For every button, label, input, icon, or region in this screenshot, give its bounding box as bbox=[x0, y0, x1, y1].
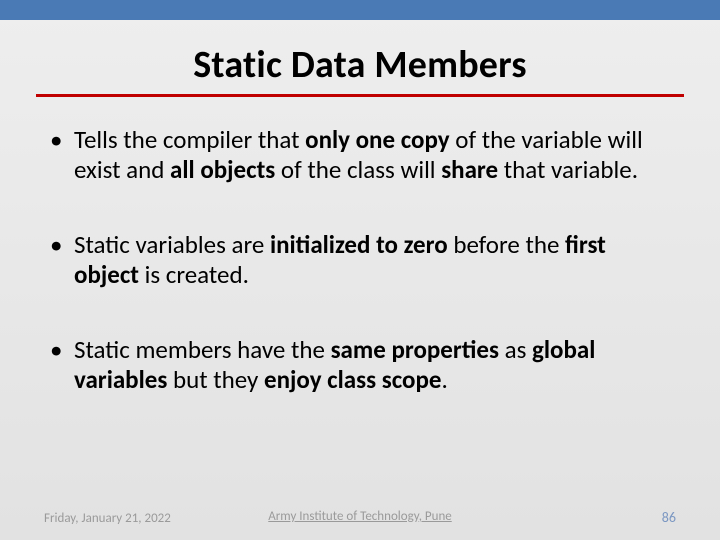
text-segment: as bbox=[499, 334, 532, 365]
text-segment: all objects bbox=[170, 154, 275, 185]
slide-title: Static Data Members bbox=[36, 42, 684, 88]
footer-org: Army Institute of Technology, Pune bbox=[268, 509, 451, 524]
slide-content: Tells the compiler that only one copy of… bbox=[48, 125, 672, 394]
text-segment: only one copy bbox=[305, 124, 449, 155]
bullet-item: Static members have the same properties … bbox=[48, 335, 672, 394]
text-segment: initialized to zero bbox=[270, 229, 448, 260]
text-segment: same properties bbox=[331, 334, 499, 365]
text-segment: but they bbox=[167, 364, 264, 395]
text-segment: of the class will bbox=[275, 154, 441, 185]
accent-top-bar bbox=[0, 0, 720, 20]
slide-footer: Friday, January 21, 2022 Army Institute … bbox=[0, 509, 720, 526]
text-segment: share bbox=[441, 154, 498, 185]
bullet-list: Tells the compiler that only one copy of… bbox=[48, 125, 672, 394]
text-segment: is created. bbox=[139, 259, 249, 290]
text-segment: . bbox=[441, 364, 447, 395]
bullet-item: Static variables are initialized to zero… bbox=[48, 230, 672, 289]
text-segment: before the bbox=[448, 229, 565, 260]
bullet-item: Tells the compiler that only one copy of… bbox=[48, 125, 672, 184]
text-segment: that variable. bbox=[498, 154, 638, 185]
text-segment: Static variables are bbox=[74, 229, 270, 260]
footer-page-number: 86 bbox=[662, 509, 676, 526]
text-segment: Tells the compiler that bbox=[74, 124, 305, 155]
footer-date: Friday, January 21, 2022 bbox=[44, 511, 171, 526]
text-segment: Static members have the bbox=[74, 334, 331, 365]
title-container: Static Data Members bbox=[36, 42, 684, 97]
text-segment: enjoy class scope bbox=[264, 364, 441, 395]
